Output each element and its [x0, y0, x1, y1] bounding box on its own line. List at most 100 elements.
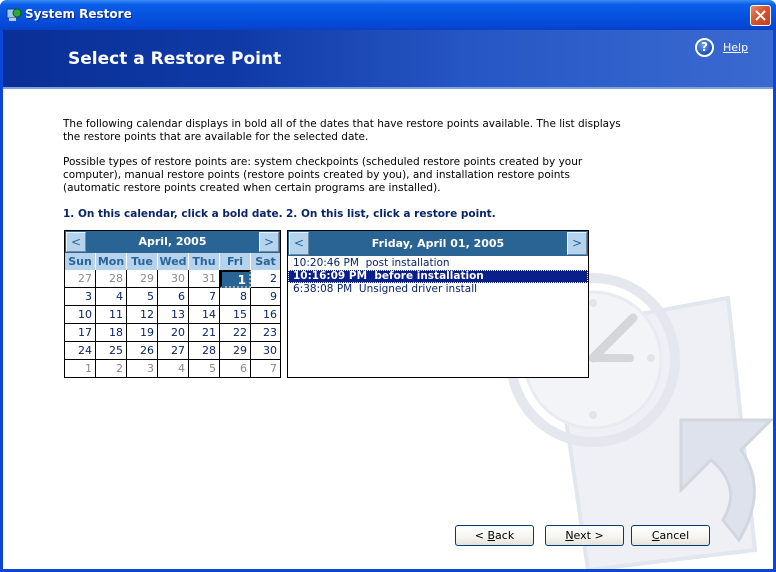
restore-list-items: 10:20:46 PM post installation 10:16:09 PM…: [288, 257, 588, 296]
calendar-day[interactable]: 27: [65, 270, 96, 288]
wizard-header: Select a Restore Point ? Help: [3, 30, 773, 89]
system-restore-window: System Restore Select a Restore Point ? …: [0, 0, 776, 572]
cancel-button-rest: ancel: [659, 529, 690, 542]
restore-list-date-label: Friday, April 01, 2005: [371, 237, 505, 250]
calendar-day[interactable]: 5: [189, 360, 220, 378]
calendar-day[interactable]: 30: [158, 270, 189, 288]
step2-label: 2. On this list, click a restore point.: [286, 208, 496, 220]
restore-list-next-day-button[interactable]: >: [567, 232, 587, 255]
page-title: Select a Restore Point: [68, 49, 282, 69]
dow-mon: Mon: [96, 253, 127, 270]
restore-point-item-selected[interactable]: 10:16:09 PM before installation: [288, 270, 588, 283]
close-button[interactable]: [750, 5, 771, 26]
restore-point-time: 10:16:09 PM: [293, 270, 368, 282]
calendar-day[interactable]: 6: [220, 360, 251, 378]
calendar-day[interactable]: 7: [251, 360, 280, 378]
calendar-day[interactable]: 2: [251, 270, 280, 288]
next-button-mnemonic: N: [565, 529, 574, 542]
calendar-header: < April, 2005 >: [65, 231, 280, 253]
calendar-week: 17 18 19 20 21 22 23: [65, 324, 280, 342]
calendar-prev-month-button[interactable]: <: [66, 232, 86, 252]
restore-point-description: post installation: [365, 257, 450, 269]
dow-sun: Sun: [65, 253, 96, 270]
restore-list-header: < Friday, April 01, 2005 >: [288, 231, 588, 256]
calendar-day[interactable]: 31: [189, 270, 220, 288]
calendar-week: 1234567: [65, 360, 280, 378]
dow-fri: Fri: [220, 253, 251, 270]
restore-point-item[interactable]: 6:38:08 PM Unsigned driver install: [288, 283, 588, 296]
calendar-day[interactable]: 29: [127, 270, 158, 288]
next-button-rest: ext >: [573, 529, 604, 542]
calendar-day[interactable]: 28: [96, 270, 127, 288]
description-types: Possible types of restore points are: sy…: [63, 156, 583, 194]
calendar-day[interactable]: 1: [65, 360, 96, 378]
system-restore-icon: [6, 8, 22, 21]
calendar-day[interactable]: 22: [220, 324, 251, 342]
dow-sat: Sat: [251, 253, 280, 270]
restore-point-time: 10:20:46 PM: [293, 257, 359, 269]
dow-thu: Thu: [189, 253, 220, 270]
calendar-day[interactable]: 23: [251, 324, 280, 342]
calendar-day[interactable]: 14: [189, 306, 220, 324]
calendar-day[interactable]: 7: [189, 288, 220, 306]
back-button[interactable]: < Back: [455, 525, 534, 546]
calendar-day[interactable]: 24: [65, 342, 96, 360]
help-glyph: ?: [701, 40, 708, 54]
help-link[interactable]: Help: [723, 41, 748, 54]
cancel-button[interactable]: Cancel: [631, 525, 710, 546]
calendar-day[interactable]: 4: [96, 288, 127, 306]
back-button-rest: ack: [495, 529, 515, 542]
description-calendar: The following calendar displays in bold …: [63, 118, 621, 143]
calendar-day[interactable]: 13: [158, 306, 189, 324]
calendar-week: 10 11 12 13 14 15 16: [65, 306, 280, 324]
calendar-day[interactable]: 27: [158, 342, 189, 360]
calendar-day[interactable]: 26: [127, 342, 158, 360]
next-button[interactable]: Next >: [545, 525, 624, 546]
calendar-day-selected[interactable]: 1: [220, 270, 251, 288]
restore-point-time: 6:38:08 PM: [293, 283, 353, 295]
calendar-day[interactable]: 2: [96, 360, 127, 378]
calendar-day[interactable]: 15: [220, 306, 251, 324]
calendar-day[interactable]: 28: [189, 342, 220, 360]
calendar-day[interactable]: 30: [251, 342, 280, 360]
restore-calendar: < April, 2005 > Sun Mon Tue Wed Thu Fri …: [64, 230, 281, 378]
calendar-day[interactable]: 18: [96, 324, 127, 342]
calendar-day[interactable]: 21: [189, 324, 220, 342]
back-button-prefix: <: [474, 529, 488, 542]
restore-point-description: before installation: [374, 270, 484, 282]
calendar-day[interactable]: 8: [220, 288, 251, 306]
calendar-day[interactable]: 11: [96, 306, 127, 324]
dow-wed: Wed: [158, 253, 189, 270]
dow-tue: Tue: [127, 253, 158, 270]
restore-list-prev-day-button[interactable]: <: [289, 232, 309, 255]
calendar-day[interactable]: 3: [127, 360, 158, 378]
calendar-day[interactable]: 12: [127, 306, 158, 324]
restore-point-description: Unsigned driver install: [358, 283, 478, 295]
calendar-day[interactable]: 29: [220, 342, 251, 360]
calendar-day[interactable]: 6: [158, 288, 189, 306]
calendar-day[interactable]: 10: [65, 306, 96, 324]
back-button-mnemonic: B: [487, 529, 496, 542]
calendar-month-label: April, 2005: [138, 235, 207, 248]
help-icon[interactable]: ?: [695, 38, 714, 57]
calendar-days-of-week: Sun Mon Tue Wed Thu Fri Sat: [65, 253, 280, 270]
calendar-day[interactable]: 25: [96, 342, 127, 360]
window-title: System Restore: [25, 7, 132, 21]
calendar-week: 3456789: [65, 288, 280, 306]
cancel-button-mnemonic: C: [651, 529, 660, 542]
calendar-day[interactable]: 3: [65, 288, 96, 306]
calendar-day[interactable]: 9: [251, 288, 280, 306]
close-icon: [755, 10, 766, 21]
restore-point-item[interactable]: 10:20:46 PM post installation: [288, 257, 588, 270]
calendar-day[interactable]: 17: [65, 324, 96, 342]
title-bar[interactable]: System Restore: [0, 0, 776, 30]
calendar-next-month-button[interactable]: >: [259, 232, 279, 252]
calendar-day[interactable]: 4: [158, 360, 189, 378]
calendar-grid: 27 28 29 30 31 1 2 3 4 5 6 7 8 9 10 11 12 13 14 15 16 17 18 19 2…: [65, 270, 280, 378]
calendar-day[interactable]: 16: [251, 306, 280, 324]
wizard-client-area: Select a Restore Point ? Help The follow…: [3, 30, 773, 569]
calendar-week: 27 28 29 30 31 1 2: [65, 270, 280, 288]
calendar-day[interactable]: 19: [127, 324, 158, 342]
calendar-day[interactable]: 5: [127, 288, 158, 306]
calendar-day[interactable]: 20: [158, 324, 189, 342]
